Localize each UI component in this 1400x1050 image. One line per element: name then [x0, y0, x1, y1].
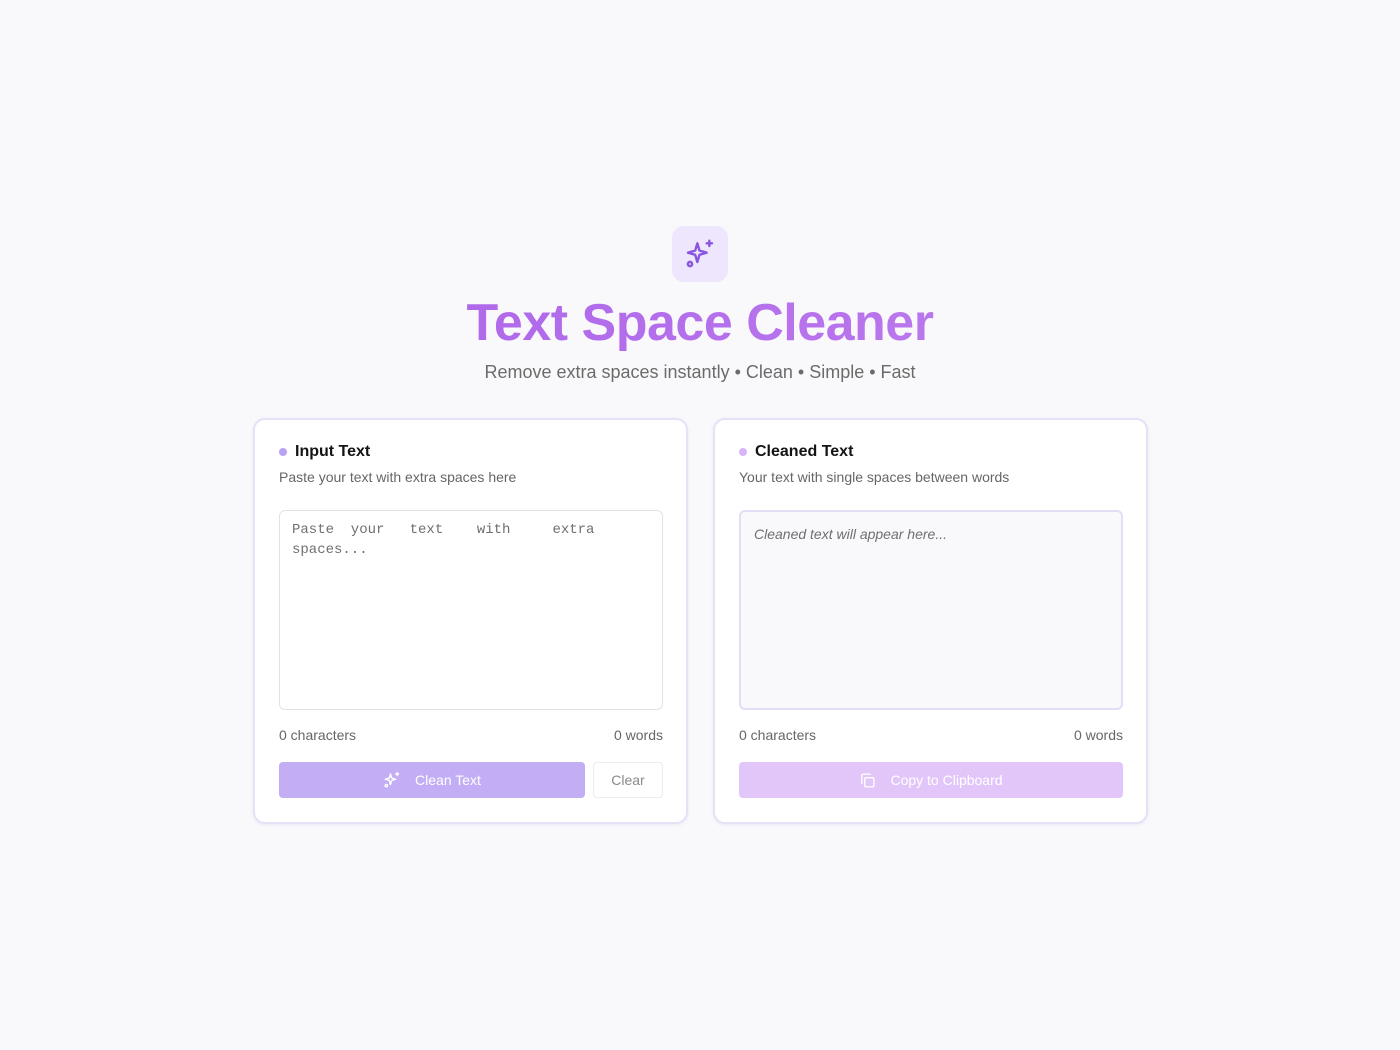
input-stats: 0 characters 0 words	[279, 726, 663, 744]
clear-button[interactable]: Clear	[593, 762, 663, 798]
sparkles-icon	[684, 238, 716, 270]
output-status-dot	[739, 448, 747, 456]
input-card-description: Paste your text with extra spaces here	[279, 469, 517, 485]
app-page: Text Space Cleaner Remove extra spaces i…	[0, 0, 1400, 1050]
output-card-description: Your text with single spaces between wor…	[739, 469, 1010, 485]
input-textarea[interactable]	[279, 510, 663, 710]
input-word-count: 0 words	[613, 727, 663, 743]
sparkles-icon	[383, 771, 401, 789]
copy-to-clipboard-button[interactable]: Copy to Clipboard	[739, 762, 1123, 798]
copy-icon	[859, 772, 876, 789]
page-title: Text Space Cleaner	[0, 292, 1400, 354]
output-stats: 0 characters 0 words	[739, 726, 1123, 744]
output-card-title: Cleaned Text	[755, 443, 854, 460]
output-card-header: Cleaned Text	[739, 442, 853, 462]
clean-text-button-label: Clean Text	[415, 772, 481, 788]
input-status-dot	[279, 448, 287, 456]
input-card: Input Text Paste your text with extra sp…	[253, 418, 688, 824]
output-card: Cleaned Text Your text with single space…	[713, 418, 1148, 824]
clean-text-button[interactable]: Clean Text	[279, 762, 585, 798]
copy-button-label: Copy to Clipboard	[890, 772, 1003, 788]
output-text-area[interactable]: Cleaned text will appear here...	[739, 510, 1123, 710]
output-placeholder: Cleaned text will appear here...	[754, 526, 947, 542]
output-word-count: 0 words	[1073, 727, 1123, 743]
input-character-count: 0 characters	[279, 727, 357, 743]
input-card-header: Input Text	[279, 442, 370, 462]
page-subtitle: Remove extra spaces instantly • Clean • …	[484, 362, 916, 382]
logo-tile	[672, 226, 728, 282]
input-card-title: Input Text	[295, 443, 371, 460]
output-character-count: 0 characters	[739, 727, 817, 743]
